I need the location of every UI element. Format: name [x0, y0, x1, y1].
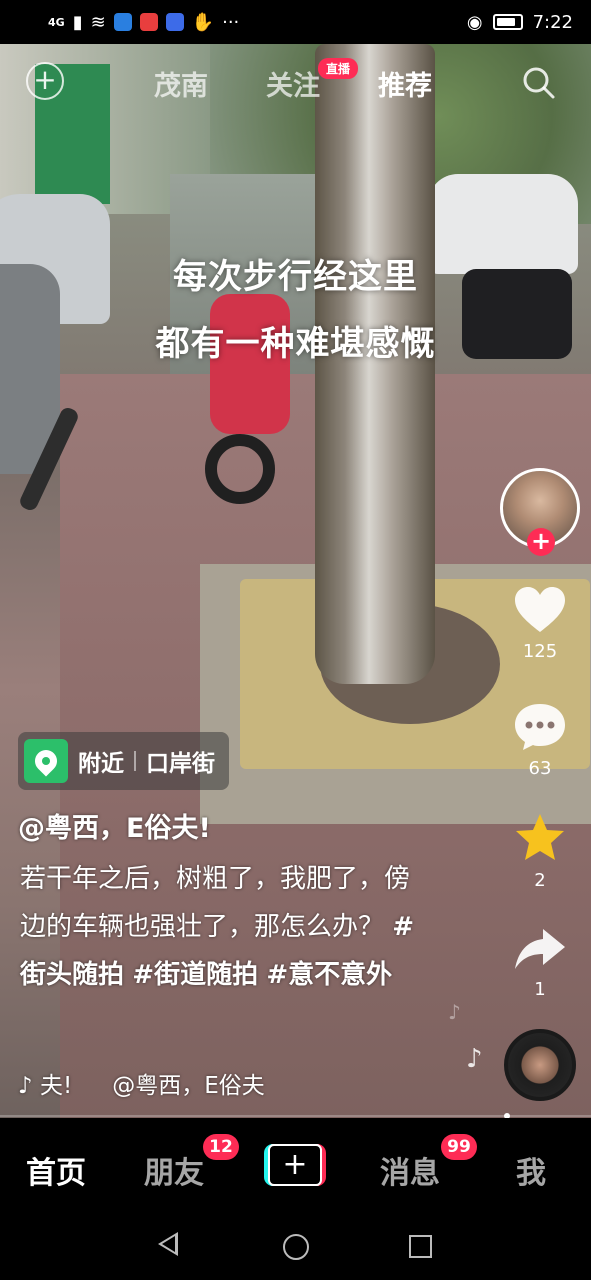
music-author: @粤西，E俗夫 [112, 1073, 265, 1099]
share-icon [515, 929, 565, 969]
follow-button[interactable]: + [527, 528, 555, 556]
live-badge: 直播 [318, 58, 359, 79]
eye-icon: ◉ [466, 11, 483, 33]
tab-recommended[interactable]: 推荐 [378, 64, 432, 103]
location-divider [134, 751, 136, 771]
favorite-count: 2 [534, 870, 546, 891]
video-caption-line: 每次步行经这里 [173, 257, 418, 297]
nav-me[interactable]: 我 [516, 1148, 546, 1192]
music-marquee[interactable]: ♪ 夫! @粤西，E俗夫 [18, 1066, 265, 1100]
clock: 7:22 [532, 11, 573, 33]
music-title: ♪ 夫! [18, 1073, 73, 1099]
signal-icon: 4G [48, 15, 65, 29]
tab-local[interactable]: 茂南 [154, 64, 208, 103]
nav-messages[interactable]: 消息 [380, 1148, 440, 1192]
hashtag[interactable]: #意不意外 [266, 960, 392, 990]
music-note-icon: ♪ [466, 1044, 483, 1074]
post-description: 若干年之后，树粗了，我肥了，傍边的车辆也强壮了，那怎么办？ #街头随拍 #街道随… [20, 855, 420, 999]
recent-apps-icon[interactable] [409, 1235, 432, 1258]
heart-icon [515, 587, 565, 632]
system-navigation [0, 1208, 591, 1280]
comment-button[interactable]: 63 [500, 702, 580, 779]
status-bar: 4G ▮ ≋ ✋ ··· ◉ 7:22 [0, 0, 591, 44]
location-pin-icon [24, 739, 68, 783]
music-note-icon: ♪ [448, 1000, 461, 1024]
favorite-button[interactable]: 2 [500, 812, 580, 891]
wifi-icon: ≋ [90, 11, 106, 33]
star-icon [516, 814, 564, 860]
battery-icon [492, 14, 523, 30]
music-disc[interactable] [504, 1029, 576, 1101]
hashtag[interactable]: #街道随拍 [132, 960, 258, 990]
signal-bars-icon: ▮ [72, 11, 83, 33]
messages-badge: 99 [441, 1134, 477, 1160]
like-button[interactable]: 125 [500, 585, 580, 662]
app-notification-icon [165, 13, 184, 31]
tab-following[interactable]: 关注 [266, 64, 320, 103]
location-nearby: 附近 [78, 751, 124, 777]
video-progress-bar[interactable] [0, 1115, 591, 1117]
share-count: 1 [534, 979, 546, 1000]
home-icon[interactable] [283, 1234, 309, 1260]
top-navigation: + 茂南 关注 直播 推荐 [0, 44, 591, 120]
comment-icon [515, 704, 565, 750]
comment-count: 63 [528, 758, 552, 779]
share-button[interactable]: 1 [500, 925, 580, 1000]
app-notification-icon [113, 13, 132, 31]
friends-badge: 12 [203, 1134, 239, 1160]
add-icon[interactable]: + [26, 62, 64, 100]
like-count: 125 [522, 641, 558, 662]
bottom-navigation: 首页 朋友 12 + 消息 99 我 [0, 1118, 591, 1208]
post-text: 若干年之后，树粗了，我肥了，傍边的车辆也强壮了，那怎么办？ [20, 864, 411, 942]
video-caption-line: 都有一种难堪感慨 [155, 324, 436, 364]
back-icon[interactable] [158, 1232, 178, 1256]
nav-home[interactable]: 首页 [26, 1148, 86, 1192]
app-notification-icon [139, 13, 158, 31]
search-icon[interactable] [522, 66, 556, 100]
location-place: 口岸街 [146, 751, 215, 777]
more-notifications-icon: ··· [222, 11, 240, 33]
hand-icon: ✋ [191, 11, 215, 33]
create-button[interactable]: + [264, 1144, 326, 1186]
location-tag[interactable]: 附近 口岸街 [18, 732, 229, 790]
nav-friends[interactable]: 朋友 [144, 1148, 204, 1192]
plus-icon: + [268, 1144, 322, 1186]
author-name[interactable]: @粤西，E俗夫! [18, 806, 211, 845]
